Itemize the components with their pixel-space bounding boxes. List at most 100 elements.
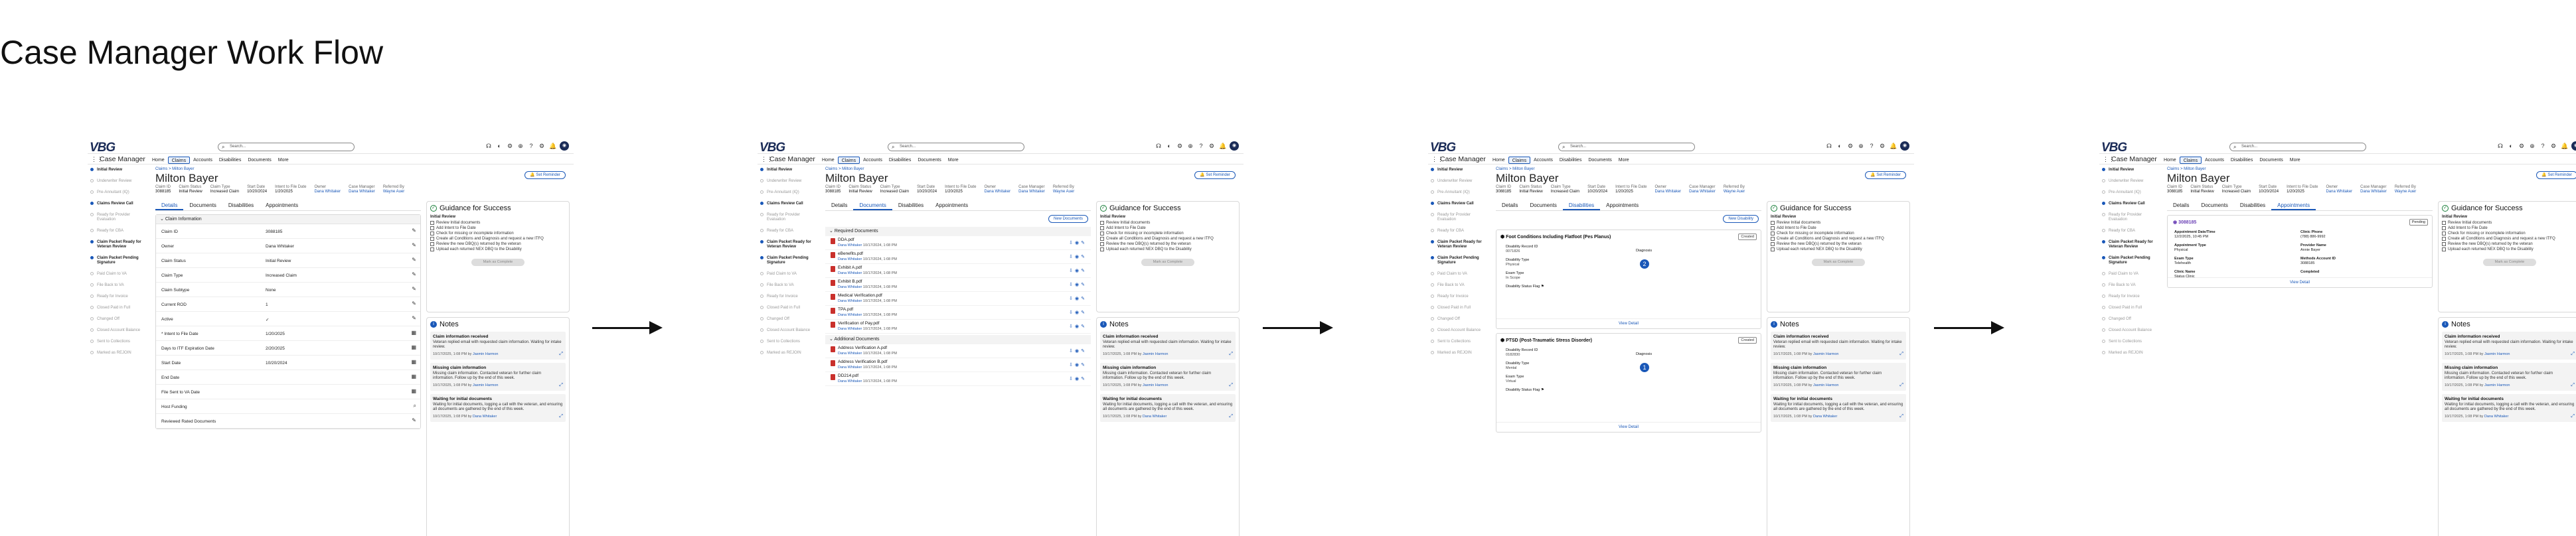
- guidance-item[interactable]: Upload each returned NEX DBQ to the Disa…: [2442, 247, 2576, 252]
- disability-title[interactable]: ⬢ Foot Conditions Including Flatfoot (Pe…: [1500, 234, 1611, 239]
- new-documents-button[interactable]: New Documents: [1048, 215, 1088, 223]
- workflow-step[interactable]: Claims Review Call: [758, 199, 822, 210]
- note-author-link[interactable]: Jasmin Harmon: [1813, 383, 1839, 387]
- field-value[interactable]: 1/20/2025: [266, 332, 285, 336]
- toggle-icon[interactable]: ◐: [496, 141, 503, 151]
- workflow-step[interactable]: Claim Packet Ready for Veteran Review: [2099, 237, 2164, 253]
- checkbox-icon[interactable]: [2442, 237, 2446, 241]
- document-row[interactable]: Medical Verification.pdf Dana Whitaker 10…: [825, 292, 1091, 306]
- view-detail-link[interactable]: View Detail: [1496, 422, 1761, 429]
- expand-icon[interactable]: ⤢: [2571, 414, 2575, 419]
- workflow-step[interactable]: Closed Paid in Full: [2099, 303, 2164, 314]
- nav-home[interactable]: Home: [1489, 157, 1508, 164]
- globe-icon[interactable]: ⊕: [2529, 141, 2536, 151]
- meta-value[interactable]: Dana Whitaker: [2326, 190, 2352, 194]
- expand-icon[interactable]: ⤢: [2571, 383, 2575, 388]
- workflow-step[interactable]: Paid Claim to VA: [758, 269, 822, 281]
- document-row[interactable]: Address Verification B.pdf Dana Whitaker …: [825, 358, 1091, 372]
- checkbox-icon[interactable]: [1100, 226, 1104, 230]
- workflow-step[interactable]: Pre-Annuitant (IQ): [2099, 188, 2164, 199]
- meta-value[interactable]: Dana Whitaker: [1654, 190, 1681, 194]
- workflow-step[interactable]: Paid Claim to VA: [88, 269, 152, 281]
- workflow-step[interactable]: Ready for Invoice: [88, 292, 152, 303]
- edit-icon[interactable]: ✎: [412, 417, 416, 423]
- guidance-item[interactable]: Upload each returned NEX DBQ to the Disa…: [1771, 247, 1906, 252]
- search-input[interactable]: ⌕ Search...: [2229, 143, 2366, 151]
- nav-more[interactable]: More: [275, 157, 292, 164]
- document-row[interactable]: Exhibit B.pdf Dana Whitaker 10/17/2024, 1…: [825, 278, 1091, 292]
- workflow-step[interactable]: Underwriter Review: [1428, 176, 1492, 188]
- document-actions-icon[interactable]: ⇩◉✎: [1069, 310, 1087, 315]
- document-name[interactable]: Exhibit B.pdf: [838, 279, 862, 284]
- calendar-icon[interactable]: ▦: [411, 359, 416, 365]
- appointment-id[interactable]: ◉ 3088185: [2173, 220, 2196, 225]
- field-value[interactable]: Initial Review: [266, 259, 291, 263]
- guidance-item[interactable]: Check for missing or incomplete informat…: [1100, 231, 1236, 236]
- checkbox-icon[interactable]: [1771, 221, 1775, 225]
- field-value[interactable]: Increased Claim: [266, 273, 297, 278]
- edit-icon[interactable]: ✎: [412, 257, 416, 263]
- tab-details[interactable]: Details: [825, 201, 853, 210]
- breadcrumb[interactable]: Claims > Milton Bayer: [155, 167, 195, 171]
- workflow-step[interactable]: Ready for Provider Evaluation: [88, 210, 152, 226]
- guidance-item[interactable]: Review the new DBQ(s) returned by the ve…: [1100, 241, 1236, 247]
- tab-appointments[interactable]: Appointments: [929, 201, 974, 210]
- workflow-step[interactable]: Marked as REJOIN: [88, 348, 152, 360]
- note-author-link[interactable]: Dana Whitaker: [1813, 415, 1837, 419]
- nav-disabilities[interactable]: Disabilities: [216, 157, 244, 164]
- search-input[interactable]: ⌕ Search...: [218, 143, 355, 151]
- headset-icon[interactable]: ☊: [2497, 141, 2504, 151]
- toggle-icon[interactable]: ◐: [2508, 141, 2514, 151]
- gear-icon[interactable]: ⚙: [507, 141, 513, 151]
- nav-documents[interactable]: Documents: [1585, 157, 1615, 164]
- workflow-step[interactable]: Closed Account Balance: [758, 326, 822, 337]
- workflow-step[interactable]: File Back to VA: [758, 281, 822, 292]
- expand-icon[interactable]: ⤢: [1899, 414, 1903, 419]
- diagnosis-count-badge[interactable]: 2: [1640, 259, 1649, 269]
- document-actions-icon[interactable]: ⇩◉✎: [1069, 362, 1087, 368]
- nav-home[interactable]: Home: [2160, 157, 2180, 164]
- field-value[interactable]: Dana Whitaker: [266, 244, 294, 249]
- workflow-step[interactable]: Pre-Annuitant (IQ): [1428, 188, 1492, 199]
- tab-documents[interactable]: Documents: [2195, 201, 2233, 210]
- nav-more[interactable]: More: [1615, 157, 1633, 164]
- set-reminder-button[interactable]: 🔔 Set Reminder: [524, 171, 566, 179]
- workflow-step[interactable]: Initial Review: [88, 165, 152, 176]
- gear-icon[interactable]: ⚙: [1176, 141, 1183, 151]
- avatar-icon[interactable]: ◉: [1900, 141, 1909, 151]
- checkbox-icon[interactable]: [1771, 232, 1775, 235]
- workflow-step[interactable]: Marked as REJOIN: [1428, 348, 1492, 360]
- nav-accounts[interactable]: Accounts: [190, 157, 216, 164]
- mark-complete-button[interactable]: Mark as Complete: [1812, 259, 1865, 266]
- document-name[interactable]: Exhibit A.pdf: [838, 265, 862, 270]
- guidance-item[interactable]: Review the new DBQ(s) returned by the ve…: [2442, 241, 2576, 247]
- workflow-step[interactable]: File Back to VA: [88, 281, 152, 292]
- breadcrumb[interactable]: Claims > Milton Bayer: [1496, 167, 1535, 171]
- workflow-step[interactable]: Changed Off: [2099, 314, 2164, 326]
- search-input[interactable]: ⌕ Search...: [888, 143, 1024, 151]
- note-author-link[interactable]: Jasmin Harmon: [473, 383, 499, 387]
- workflow-step[interactable]: Claim Packet Ready for Veteran Review: [758, 237, 822, 253]
- globe-icon[interactable]: ⊕: [1858, 141, 1864, 151]
- avatar-icon[interactable]: ◉: [1230, 141, 1239, 151]
- guidance-item[interactable]: Review Initial documents: [1100, 220, 1236, 226]
- guidance-item[interactable]: Review the new DBQ(s) returned by the ve…: [430, 241, 566, 247]
- settings-icon[interactable]: ⚙: [1879, 141, 1886, 151]
- meta-value[interactable]: Dana Whitaker: [1018, 190, 1045, 194]
- workflow-step[interactable]: Ready for CBA: [758, 226, 822, 237]
- breadcrumb[interactable]: Claims > Milton Bayer: [825, 167, 864, 171]
- document-row[interactable]: eBenefits.pdf Dana Whitaker 10/17/2024, 1…: [825, 250, 1091, 264]
- workflow-step[interactable]: Underwriter Review: [88, 176, 152, 188]
- note-author-link[interactable]: Jasmin Harmon: [1813, 352, 1839, 356]
- checkbox-icon[interactable]: [1100, 232, 1104, 235]
- new-disability-button[interactable]: New Disability: [1723, 215, 1759, 223]
- bell-icon[interactable]: 🔔: [1890, 141, 1897, 151]
- checkbox-icon[interactable]: [430, 221, 434, 225]
- guidance-item[interactable]: Create all Conditions and Diagnosis and …: [430, 236, 566, 241]
- field-value[interactable]: ✓: [266, 317, 269, 322]
- workflow-step[interactable]: Claim Packet Ready for Veteran Review: [1428, 237, 1492, 253]
- globe-icon[interactable]: ⊕: [1187, 141, 1194, 151]
- checkbox-icon[interactable]: [1771, 237, 1775, 241]
- nav-accounts[interactable]: Accounts: [860, 157, 886, 164]
- workflow-step[interactable]: Pre-Annuitant (IQ): [758, 188, 822, 199]
